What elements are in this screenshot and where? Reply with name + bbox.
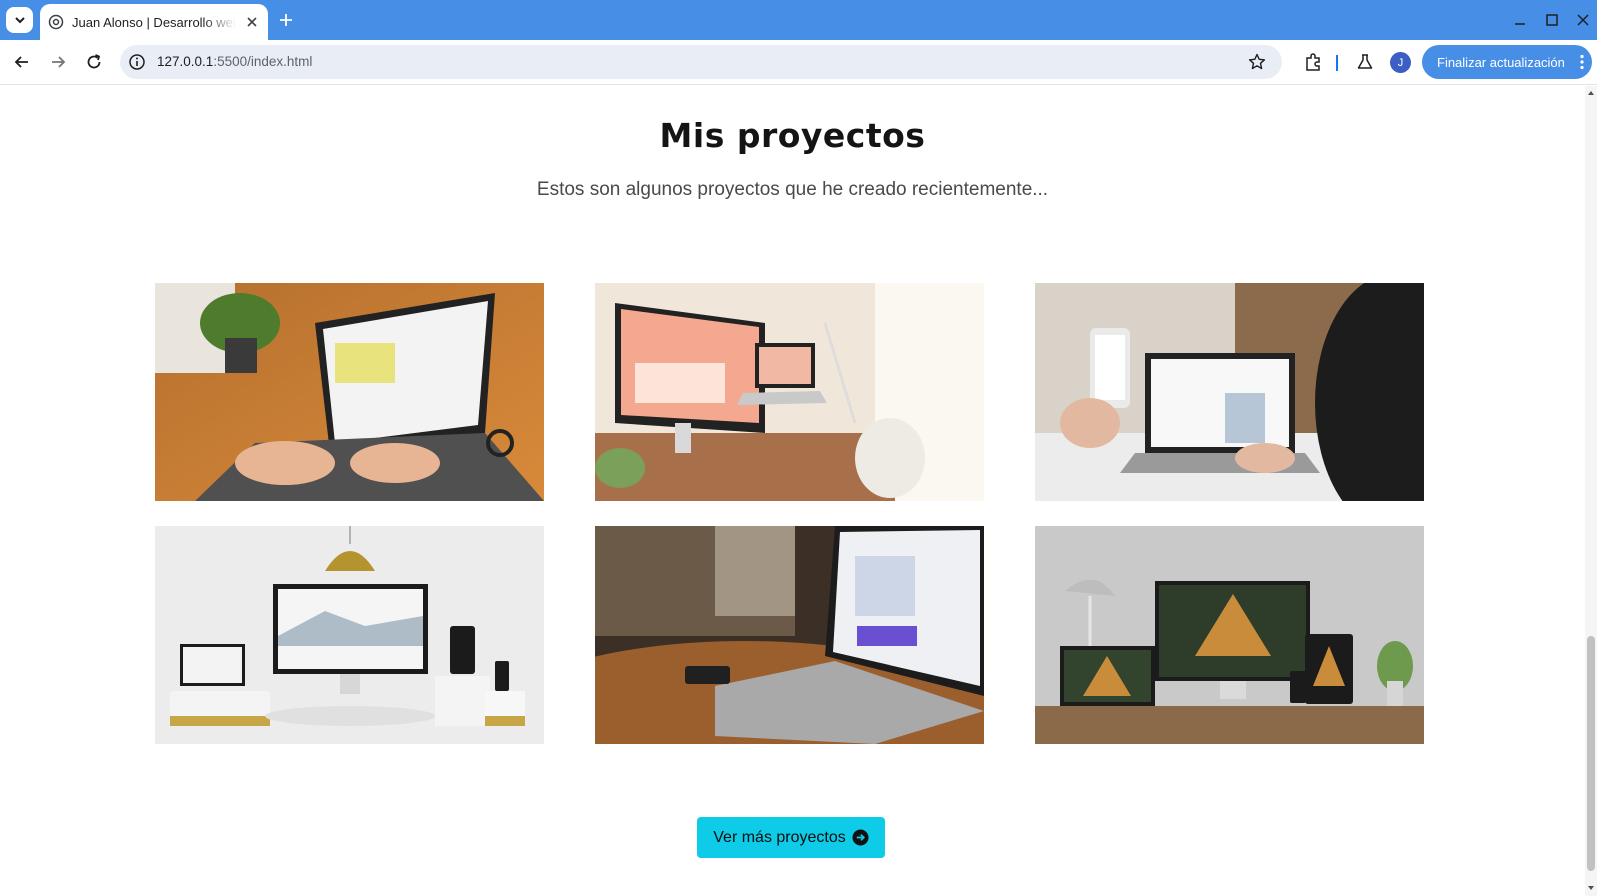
projects-title: Mis proyectos	[659, 116, 926, 155]
reload-icon[interactable]	[83, 51, 105, 73]
new-tab-icon[interactable]	[276, 10, 296, 30]
profile-avatar[interactable]: J	[1390, 52, 1411, 73]
close-window-icon[interactable]	[1573, 10, 1593, 30]
imac-workspace-photo	[595, 283, 984, 501]
project-image-6[interactable]	[1035, 526, 1424, 744]
scroll-up-arrow-icon[interactable]	[1587, 89, 1595, 97]
tab-title: Juan Alonso | Desarrollo web	[72, 15, 236, 30]
more-projects-label: Ver más proyectos	[713, 828, 846, 846]
forward-arrow-icon[interactable]	[47, 51, 69, 73]
extensions-icon[interactable]	[1303, 52, 1323, 72]
project-image-2[interactable]	[595, 283, 984, 501]
project-image-5[interactable]	[595, 526, 984, 744]
scroll-down-arrow-icon[interactable]	[1587, 884, 1595, 892]
more-projects-button[interactable]: Ver más proyectos	[697, 817, 885, 858]
url-text: 127.0.0.1:5500/index.html	[157, 54, 312, 69]
arrow-right-circle-icon	[852, 829, 869, 846]
project-image-1[interactable]	[155, 283, 544, 501]
page-scrollbar[interactable]	[1585, 86, 1597, 896]
toolbar-divider	[1336, 55, 1338, 71]
responsive-devices-photo	[155, 526, 544, 744]
scrollbar-thumb[interactable]	[1587, 636, 1595, 871]
project-image-4[interactable]	[155, 526, 544, 744]
laptop-photo	[155, 283, 544, 501]
phone-laptop-photo	[1035, 283, 1424, 501]
globe-icon	[48, 14, 64, 30]
architect-devices-photo	[1035, 526, 1424, 744]
site-info-icon[interactable]	[128, 53, 146, 71]
address-bar[interactable]: 127.0.0.1:5500/index.html	[120, 45, 1282, 79]
bookmark-star-icon[interactable]	[1247, 52, 1267, 72]
laptop-wood-table-photo	[595, 526, 984, 744]
project-image-3[interactable]	[1035, 283, 1424, 501]
finish-update-button[interactable]: Finalizar actualización	[1422, 45, 1592, 79]
minimize-icon[interactable]	[1510, 10, 1530, 30]
page-viewport: Mis proyectos Estos son algunos proyecto…	[0, 86, 1585, 896]
back-arrow-icon[interactable]	[11, 51, 33, 73]
finish-update-label: Finalizar actualización	[1437, 54, 1565, 70]
url-path: :5500/index.html	[213, 54, 313, 69]
tab-search-button[interactable]	[6, 7, 33, 33]
browser-toolbar: 127.0.0.1:5500/index.html J Finalizar ac…	[0, 40, 1597, 85]
maximize-icon[interactable]	[1542, 10, 1562, 30]
more-vert-icon[interactable]	[1580, 54, 1584, 70]
tab-active[interactable]: Juan Alonso | Desarrollo web	[40, 4, 268, 40]
close-icon[interactable]	[244, 14, 260, 30]
chevron-down-icon	[14, 17, 25, 24]
tab-bar: Juan Alonso | Desarrollo web	[0, 0, 1597, 40]
projects-subtitle: Estos son algunos proyectos que he cread…	[536, 179, 1049, 200]
url-host: 127.0.0.1	[157, 54, 214, 69]
labs-flask-icon[interactable]	[1355, 52, 1375, 72]
